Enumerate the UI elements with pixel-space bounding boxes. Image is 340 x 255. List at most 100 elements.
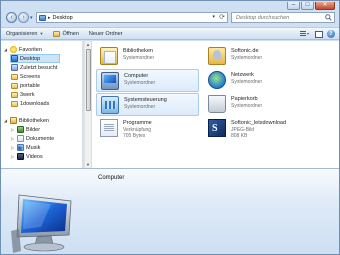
item-netzwerk[interactable]: Netzwerk Systemordner bbox=[204, 69, 307, 92]
scroll-down-icon[interactable]: ▼ bbox=[86, 162, 90, 167]
nav-item-label: 3werk bbox=[20, 91, 35, 98]
nav-item-label: portable bbox=[20, 82, 40, 89]
scroll-up-icon[interactable]: ▲ bbox=[86, 42, 90, 47]
nav-item-dokumente[interactable]: ▷ Dokumente bbox=[10, 134, 54, 143]
item-size: 808 KB bbox=[231, 133, 248, 139]
search-input[interactable] bbox=[236, 14, 324, 21]
breadcrumb-desktop[interactable]: Desktop bbox=[53, 15, 73, 21]
music-icon bbox=[17, 144, 24, 151]
nav-item-screens[interactable]: Screens bbox=[11, 72, 40, 81]
nav-item-1downloads[interactable]: 1downloads bbox=[11, 99, 49, 108]
collapse-icon[interactable]: ◢ bbox=[3, 47, 8, 52]
item-type: Systemordner bbox=[123, 55, 155, 61]
collapse-icon[interactable]: ◢ bbox=[3, 118, 8, 123]
recycle-bin-icon bbox=[208, 95, 226, 113]
scroll-thumb[interactable] bbox=[86, 49, 91, 111]
command-bar: Organisieren ▼ Öffnen Neuer Ordner ▾ ? bbox=[1, 27, 339, 40]
address-bar[interactable]: ▸ Desktop ▾ ⟳ bbox=[36, 12, 228, 23]
item-name: Netzwerk bbox=[231, 72, 254, 78]
command-bar-right: ▾ ? bbox=[299, 30, 335, 38]
nav-item-label: Desktop bbox=[20, 55, 41, 62]
nav-item-desktop[interactable]: Desktop bbox=[10, 54, 60, 63]
expand-icon[interactable]: ▷ bbox=[10, 154, 15, 159]
item-name: Softonic.de bbox=[231, 48, 259, 54]
expand-icon[interactable]: ▷ bbox=[10, 127, 15, 132]
file-list: Bibliotheken Systemordner Softonic.de Sy… bbox=[92, 41, 339, 168]
item-name: Bibliotheken bbox=[123, 48, 153, 54]
item-systemsteuerung[interactable]: Systemsteuerung Systemordner bbox=[96, 93, 199, 116]
videos-icon bbox=[17, 153, 24, 160]
organize-button[interactable]: Organisieren ▼ bbox=[1, 28, 48, 39]
folder-icon bbox=[11, 91, 18, 98]
nav-item-portable[interactable]: portable bbox=[11, 81, 40, 90]
expand-icon[interactable]: ▷ bbox=[10, 145, 15, 150]
documents-icon bbox=[17, 135, 24, 142]
nav-libraries[interactable]: ◢ Bibliotheken bbox=[3, 116, 49, 125]
nav-item-videos[interactable]: ▷ Videos bbox=[10, 152, 43, 161]
item-name: Computer bbox=[124, 73, 149, 79]
open-folder-icon bbox=[53, 30, 61, 37]
nav-favorites[interactable]: ◢ Favoriten bbox=[3, 45, 42, 54]
item-type: Systemordner bbox=[231, 55, 263, 61]
shortcut-icon bbox=[100, 119, 118, 137]
control-panel-icon bbox=[101, 96, 119, 114]
nav-item-label: 1downloads bbox=[20, 100, 50, 107]
nav-libraries-label: Bibliotheken bbox=[19, 117, 49, 124]
item-size: 705 Bytes bbox=[123, 133, 146, 139]
recent-places-icon bbox=[11, 64, 18, 71]
address-row: ‹ › ▾ ▸ Desktop ▾ ⟳ bbox=[1, 9, 339, 26]
expand-icon[interactable]: ▷ bbox=[10, 136, 15, 141]
item-type: Systemordner bbox=[231, 79, 263, 85]
recent-pages-dropdown[interactable]: ▾ bbox=[30, 15, 33, 21]
folder-icon bbox=[11, 100, 18, 107]
search-icon[interactable] bbox=[325, 14, 332, 21]
change-view-icon[interactable]: ▾ bbox=[299, 30, 311, 38]
help-icon[interactable]: ? bbox=[327, 30, 335, 38]
nav-item-label: Musik bbox=[26, 144, 41, 151]
item-name: Papierkorb bbox=[231, 96, 258, 102]
item-programme[interactable]: Programme Verknüpfung 705 Bytes bbox=[96, 117, 199, 143]
item-type: Systemordner bbox=[124, 80, 156, 86]
nav-item-3werk[interactable]: 3werk bbox=[11, 90, 35, 99]
search-box[interactable] bbox=[231, 12, 335, 23]
open-label: Öffnen bbox=[62, 30, 79, 37]
open-button[interactable]: Öffnen bbox=[48, 28, 83, 39]
item-softonic-letsdownload[interactable]: Softonic_letsdownload JPEG-Bild 808 KB bbox=[204, 117, 307, 143]
organize-label: Organisieren bbox=[6, 30, 38, 37]
nav-item-musik[interactable]: ▷ Musik bbox=[10, 143, 40, 152]
item-type: Systemordner bbox=[124, 104, 156, 110]
refresh-icon[interactable]: ⟳ bbox=[219, 13, 225, 21]
desktop-folder-icon bbox=[39, 14, 46, 21]
item-name: Softonic_letsdownload bbox=[231, 120, 287, 126]
star-icon bbox=[10, 46, 17, 53]
desktop-icon bbox=[11, 55, 18, 62]
folder-icon bbox=[11, 73, 18, 80]
new-folder-label: Neuer Ordner bbox=[88, 30, 123, 37]
item-type: Systemordner bbox=[231, 103, 263, 109]
library-icon bbox=[100, 47, 118, 65]
nav-item-label: Bilder bbox=[26, 126, 41, 133]
new-folder-button[interactable]: Neuer Ordner bbox=[84, 28, 128, 39]
user-folder-icon bbox=[208, 47, 226, 65]
forward-button[interactable]: › bbox=[18, 12, 29, 23]
preview-pane-icon[interactable] bbox=[315, 30, 323, 38]
nav-scrollbar[interactable]: ▲ ▼ bbox=[84, 41, 91, 168]
navigation-pane: ◢ Favoriten Desktop Zuletzt besucht Scre… bbox=[1, 41, 83, 168]
item-papierkorb[interactable]: Papierkorb Systemordner bbox=[204, 93, 307, 116]
pictures-icon bbox=[17, 126, 24, 133]
network-icon bbox=[208, 71, 226, 89]
jpeg-image-icon bbox=[208, 119, 226, 137]
address-dropdown-icon[interactable]: ▾ bbox=[212, 14, 215, 20]
back-button[interactable]: ‹ bbox=[6, 12, 17, 23]
item-name: Systemsteuerung bbox=[124, 97, 167, 103]
nav-item-recent[interactable]: Zuletzt besucht bbox=[11, 63, 57, 72]
nav-item-bilder[interactable]: ▷ Bilder bbox=[10, 125, 40, 134]
item-bibliotheken[interactable]: Bibliotheken Systemordner bbox=[96, 45, 199, 68]
nav-item-label: Dokumente bbox=[26, 135, 55, 142]
breadcrumb-arrow-icon[interactable]: ▸ bbox=[48, 15, 51, 21]
item-name: Programme bbox=[123, 120, 152, 126]
item-softonic-de[interactable]: Softonic.de Systemordner bbox=[204, 45, 307, 68]
chevron-down-icon: ▼ bbox=[39, 31, 44, 36]
item-computer[interactable]: Computer Systemordner bbox=[96, 69, 199, 92]
details-item-name: Computer bbox=[98, 175, 125, 181]
